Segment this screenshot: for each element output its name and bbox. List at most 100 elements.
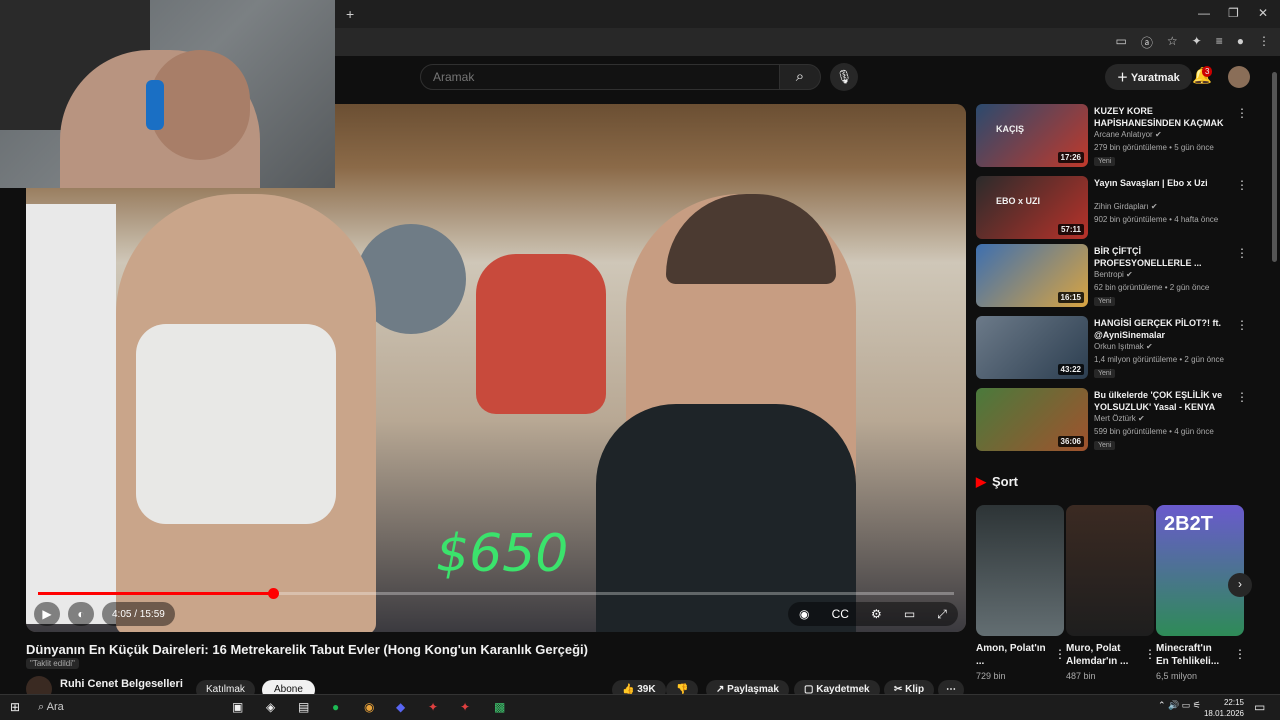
chrome-icon[interactable]: ◉ [364,700,374,714]
short-image [976,505,1064,636]
account-avatar[interactable] [1228,66,1250,88]
volume-button[interactable]: ◐ [68,602,94,626]
channel-name[interactable]: Ruhi Cenet Belgeselleri [60,678,183,690]
recommendation-channel[interactable]: Arcane Anlatıyor ✔ [1094,130,1162,139]
notification-center-icon[interactable]: ▭ [1254,700,1265,714]
menu-icon[interactable]: ⋮ [1258,34,1270,51]
recommendation-thumbnail[interactable]: 16:15 [976,244,1088,307]
more-options-icon[interactable]: ⋮ [1236,318,1248,332]
recommendation-channel[interactable]: Mert Öztürk ✔ [1094,414,1145,423]
short-thumbnail[interactable] [1066,505,1154,636]
verified-icon: ✔ [1150,202,1158,211]
duration-badge: 57:11 [1057,224,1084,235]
copilot-icon[interactable]: ◈ [266,700,275,714]
recommendation-thumbnail[interactable]: KAÇIŞ 17:26 [976,104,1088,167]
theater-mode-icon[interactable]: ▭ [904,607,915,621]
recommendation-item[interactable]: KAÇIŞ 17:26 KUZEY KORE HAPİSHANESİNDEN KAÇ… [976,104,1266,168]
translate-icon[interactable]: ⓐ [1141,34,1153,51]
more-options-icon[interactable]: ⋮ [1236,106,1248,120]
play-button[interactable]: ▶ [34,602,60,626]
task-view-icon[interactable]: ▣ [232,700,243,714]
short-views: 6,5 milyon [1156,671,1198,681]
thumbnail-text: EBO x UZI [996,196,1041,206]
short-item[interactable]: Muro, Polat Alemdar'ın ... 487 bin ⋮ [1066,505,1156,681]
recommendation-title[interactable]: Bu ülkelerde 'ÇOK EŞLİLİK ve YOLSUZLUK' … [1094,389,1234,413]
more-options-icon[interactable]: ⋮ [1054,647,1066,661]
recommendation-thumbnail[interactable]: 36:06 [976,388,1088,451]
recommendation-channel[interactable]: Zihin Girdapları ✔ [1094,202,1158,211]
voice-search-button[interactable]: 🎙 [830,63,858,91]
discord-icon[interactable]: ◆ [396,700,405,714]
new-badge: Yeni [1094,369,1116,378]
recommendation-item[interactable]: 16:15 BİR ÇİFTÇİ PROFESYONELLERLE ... Bent… [976,244,1266,308]
recommendation-thumbnail[interactable]: EBO x UZI 57:11 [976,176,1088,239]
minimize-button[interactable]: — [1198,6,1210,20]
progress-bar[interactable] [38,588,954,599]
windows-start-icon[interactable]: ⊞ [10,700,20,714]
close-window-button[interactable]: ✕ [1258,6,1268,20]
shorts-next-button[interactable]: › [1228,573,1252,597]
search-button[interactable]: ⌕ [779,64,821,90]
short-thumbnail[interactable] [976,505,1064,636]
recommendation-channel[interactable]: Bentropi ✔ [1094,270,1133,279]
app-icon[interactable]: ▩ [494,700,505,714]
cast-icon[interactable]: ▭ [1116,34,1127,51]
captions-icon[interactable]: CC [832,607,849,621]
short-title[interactable]: Muro, Polat Alemdar'ın ... [1066,642,1136,668]
duration-badge: 17:26 [1057,152,1084,163]
recommendation-item[interactable]: EBO x UZI 57:11 Yayın Savaşları | Ebo x Uz… [976,176,1266,240]
progress-fill [38,592,274,595]
short-thumb-text: 2B2T [1164,513,1213,535]
recommendation-title[interactable]: Yayın Savaşları | Ebo x Uzi [1094,177,1234,189]
recommendation-title[interactable]: BİR ÇİFTÇİ PROFESYONELLERLE ... [1094,245,1234,269]
recommendation-meta: 62 bin görüntüleme • 2 gün önce [1094,283,1210,292]
play-icon: ▶ [42,607,52,621]
recommendation-thumbnail[interactable]: 43:22 [976,316,1088,379]
taskbar-search[interactable]: ⌕ Ara [30,698,220,718]
channel-label: Zihin Girdapları [1094,202,1149,211]
short-image: 2B2T [1156,505,1244,636]
recommendation-title[interactable]: KUZEY KORE HAPİSHANESİNDEN KAÇMAK [1094,105,1234,129]
more-options-icon[interactable]: ⋮ [1236,178,1248,192]
recommendation-channel[interactable]: Orkun Işıtmak ✔ [1094,342,1153,351]
recommendation-item[interactable]: 43:22 HANGİSİ GERÇEK PİLOT?! ft. @AyniSin… [976,316,1266,380]
new-badge: Yeni [1094,157,1116,166]
short-title[interactable]: Amon, Polat'ın ... [976,642,1046,668]
channel-label: Arcane Anlatıyor [1094,130,1153,139]
app-icon[interactable]: ✦ [460,700,470,714]
video-frame-object [596,404,856,632]
more-options-icon[interactable]: ⋮ [1234,647,1246,661]
tray-icons[interactable]: ⌃ 🔊 ▭ ⚟ [1158,700,1201,711]
taskbar-clock[interactable]: 22:15 18.01.2026 [1204,697,1244,719]
taskbar-search-label: Ara [46,701,64,713]
more-options-icon[interactable]: ⋮ [1236,390,1248,404]
short-thumbnail[interactable]: 2B2T [1156,505,1244,636]
more-options-icon[interactable]: ⋮ [1236,246,1248,260]
extensions-icon[interactable]: ✦ [1192,34,1202,51]
create-button[interactable]: ＋ Yaratmak [1105,64,1192,90]
app-icon[interactable]: ✦ [428,700,438,714]
recommendation-title[interactable]: HANGİSİ GERÇEK PİLOT?! ft. @AyniSinemala… [1094,317,1234,341]
video-frame-object [136,324,336,524]
search-input[interactable] [420,64,780,90]
page-scrollbar[interactable] [1272,72,1277,262]
settings-gear-icon[interactable]: ⚙ [871,607,882,621]
media-icon[interactable]: ≡ [1216,34,1223,51]
profile-icon[interactable]: ● [1237,34,1244,51]
spotify-icon[interactable]: ● [332,700,339,714]
restore-button[interactable]: ❐ [1228,6,1239,20]
clock-time: 22:15 [1223,698,1244,707]
more-options-icon[interactable]: ⋮ [1144,647,1156,661]
channel-label: Bentropi [1094,270,1124,279]
new-tab-button[interactable]: + [346,6,354,22]
short-title[interactable]: Minecraft'ın En Tehlikeli... [1156,642,1226,668]
duration-badge: 43:22 [1057,364,1084,375]
file-explorer-icon[interactable]: ▤ [298,700,309,714]
webcam-overlay [0,0,335,188]
video-overlay-price: $650 [436,524,569,584]
recommendation-item[interactable]: 36:06 Bu ülkelerde 'ÇOK EŞLİLİK ve YOLSUZ… [976,388,1266,452]
fullscreen-icon[interactable]: ⤢ [937,607,947,622]
short-item[interactable]: Amon, Polat'ın ... 729 bin ⋮ [976,505,1066,681]
autoplay-toggle[interactable]: ◉ [799,607,809,621]
bookmark-star-icon[interactable]: ☆ [1167,34,1178,51]
